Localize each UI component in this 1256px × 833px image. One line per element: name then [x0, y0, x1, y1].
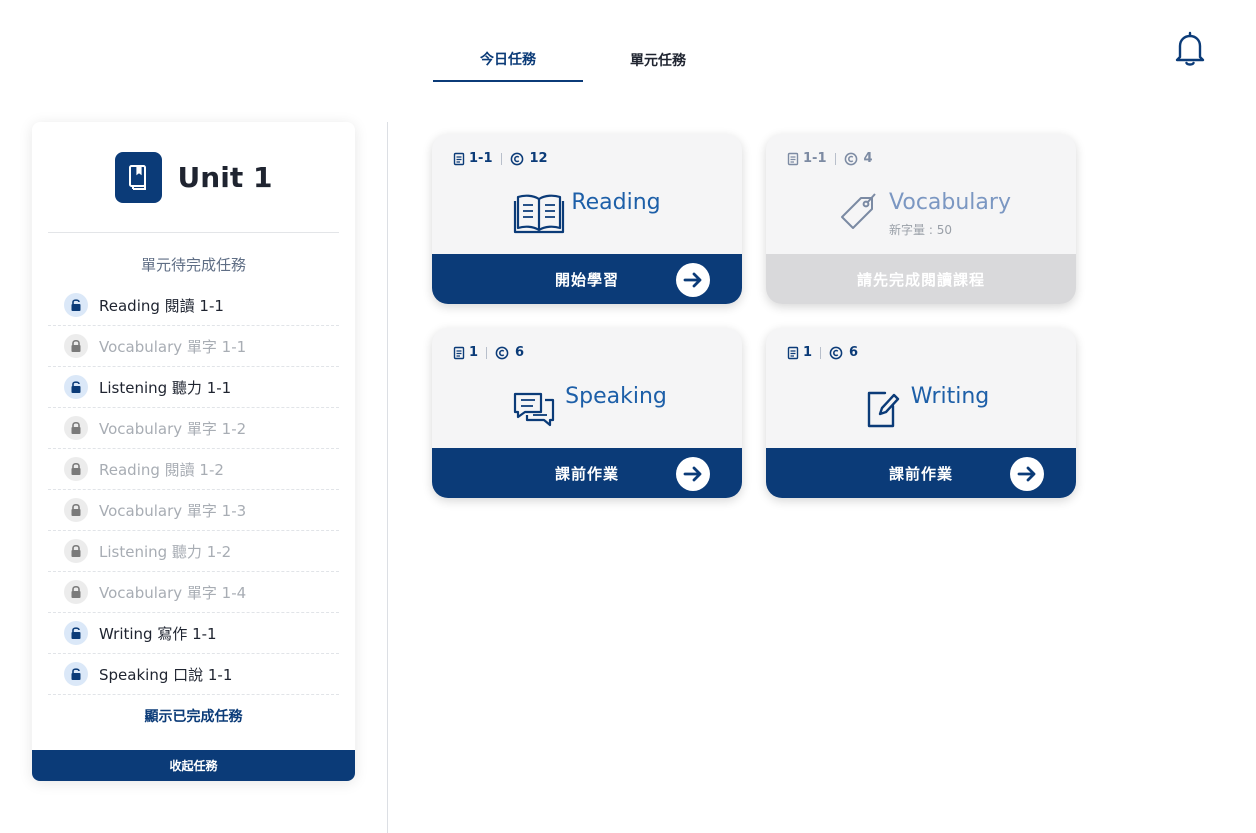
- coin-count: 4: [863, 151, 873, 166]
- task-label: Vocabulary 單字 1-2: [99, 419, 247, 438]
- coin-icon: [844, 152, 857, 165]
- lock-icon: [64, 539, 88, 563]
- card-title: Vocabulary: [889, 190, 1011, 215]
- card-body: Reading: [432, 186, 742, 254]
- task-item-vocabulary-1-4: Vocabulary 單字 1-4: [48, 572, 339, 613]
- card-text: Writing: [911, 380, 990, 409]
- task-card-speaking: 1 6 Speaking 課前作業: [432, 328, 742, 498]
- task-label: Vocabulary 單字 1-4: [99, 583, 247, 602]
- unlock-icon: [64, 621, 88, 645]
- coin-icon: [510, 152, 523, 165]
- card-action-label: 請先完成閱讀課程: [856, 270, 985, 289]
- lesson-number: 1-1: [803, 151, 827, 166]
- task-card-reading: 1-1 12 Reading 開始學習: [432, 134, 742, 304]
- lesson-icon: [787, 346, 799, 359]
- edit-note-icon: [867, 391, 899, 428]
- task-item-vocabulary-1-2: Vocabulary 單字 1-2: [48, 408, 339, 449]
- coin-icon: [829, 346, 843, 359]
- arrow-right-icon: [1010, 457, 1044, 491]
- task-item-speaking-1-1[interactable]: Speaking 口說 1-1: [48, 654, 339, 695]
- task-card-vocabulary: 1-1 4 Vocabulary 新字量 : 50 請先完成閱讀課程: [766, 134, 1076, 304]
- pre-class-homework-button-speaking[interactable]: 課前作業: [432, 448, 742, 498]
- card-text: Reading: [571, 186, 660, 215]
- bell-icon[interactable]: [1172, 30, 1208, 68]
- task-card-writing: 1 6 Writing 課前作業: [766, 328, 1076, 498]
- tab-unit-tasks[interactable]: 單元任務: [583, 38, 733, 82]
- task-label: Listening 聽力 1-1: [99, 378, 232, 397]
- open-book-icon: [514, 194, 565, 234]
- task-label: Listening 聽力 1-2: [99, 542, 232, 561]
- tag-icon: [841, 193, 876, 229]
- meta-separator: [486, 346, 488, 359]
- task-label: Reading 閱讀 1-1: [99, 296, 224, 315]
- card-title: Reading: [571, 190, 661, 215]
- task-item-vocabulary-1-1: Vocabulary 單字 1-1: [48, 326, 339, 367]
- lesson-icon: [453, 152, 465, 165]
- book-icon: [114, 151, 162, 203]
- coin-icon: [495, 346, 509, 359]
- card-meta: 1 6: [452, 345, 524, 360]
- meta-separator: [834, 152, 836, 165]
- lock-icon: [64, 580, 88, 604]
- meta-separator: [820, 346, 822, 359]
- arrow-right-icon: [676, 457, 710, 491]
- coin-count: 12: [529, 151, 548, 166]
- start-learning-button[interactable]: 開始學習: [432, 254, 742, 304]
- unlock-icon: [64, 375, 88, 399]
- card-body: Speaking: [432, 380, 742, 448]
- task-label: Speaking 口說 1-1: [99, 665, 233, 684]
- card-action-label: 課前作業: [888, 464, 953, 483]
- new-word-count: 新字量 : 50: [889, 223, 952, 237]
- lock-icon: [64, 498, 88, 522]
- card-title: Speaking: [565, 384, 667, 409]
- card-title: Writing: [910, 384, 990, 409]
- unit-title: Unit 1: [177, 160, 273, 194]
- meta-separator: [500, 152, 502, 165]
- lock-icon: [64, 416, 88, 440]
- card-meta: 1-1 12: [452, 151, 548, 166]
- card-text: Vocabulary 新字量 : 50: [889, 186, 1011, 238]
- card-action-label: 開始學習: [554, 270, 619, 289]
- tab-today-tasks[interactable]: 今日任務: [433, 38, 583, 82]
- task-label: Reading 閱讀 1-2: [99, 460, 224, 479]
- card-action-label: 課前作業: [554, 464, 619, 483]
- unlock-icon: [64, 293, 88, 317]
- lesson-number: 1-1: [469, 151, 493, 166]
- complete-reading-first-button: 請先完成閱讀課程: [766, 254, 1076, 304]
- card-meta: 1 6: [786, 345, 858, 360]
- top-tabs: 今日任務 單元任務: [433, 38, 733, 82]
- task-label: Vocabulary 單字 1-1: [99, 337, 247, 356]
- card-text: Speaking: [565, 380, 667, 409]
- task-list: Reading 閱讀 1-1 Vocabulary 單字 1-1 Listeni…: [48, 285, 339, 695]
- lesson-number: 1: [469, 345, 479, 360]
- task-item-reading-1-2: Reading 閱讀 1-2: [48, 449, 339, 490]
- task-label: Vocabulary 單字 1-3: [99, 501, 247, 520]
- lock-icon: [64, 334, 88, 358]
- lock-icon: [64, 457, 88, 481]
- card-meta: 1-1 4: [786, 151, 873, 166]
- unit-task-panel: Unit 1 單元待完成任務 Reading 閱讀 1-1 Vocabulary…: [32, 122, 355, 781]
- lesson-icon: [453, 346, 465, 359]
- lesson-number: 1: [803, 345, 813, 360]
- pre-class-homework-button-writing[interactable]: 課前作業: [766, 448, 1076, 498]
- task-item-vocabulary-1-3: Vocabulary 單字 1-3: [48, 490, 339, 531]
- card-body: Writing: [766, 380, 1076, 448]
- coin-count: 6: [515, 345, 525, 360]
- lesson-icon: [787, 152, 799, 165]
- task-label: Writing 寫作 1-1: [99, 624, 217, 643]
- unlock-icon: [64, 662, 88, 686]
- task-item-writing-1-1[interactable]: Writing 寫作 1-1: [48, 613, 339, 654]
- show-completed-tasks-link[interactable]: 顯示已完成任務: [32, 706, 355, 726]
- arrow-right-icon: [676, 263, 710, 297]
- task-item-listening-1-1[interactable]: Listening 聽力 1-1: [48, 367, 339, 408]
- card-body: Vocabulary 新字量 : 50: [766, 186, 1076, 254]
- unit-header: Unit 1: [48, 122, 339, 233]
- collapse-tasks-button[interactable]: 收起任務: [32, 750, 355, 781]
- chat-bubbles-icon: [514, 392, 555, 427]
- coin-count: 6: [849, 345, 859, 360]
- pending-tasks-title: 單元待完成任務: [140, 256, 246, 274]
- vertical-divider: [387, 122, 388, 833]
- task-item-listening-1-2: Listening 聽力 1-2: [48, 531, 339, 572]
- task-item-reading-1-1[interactable]: Reading 閱讀 1-1: [48, 285, 339, 326]
